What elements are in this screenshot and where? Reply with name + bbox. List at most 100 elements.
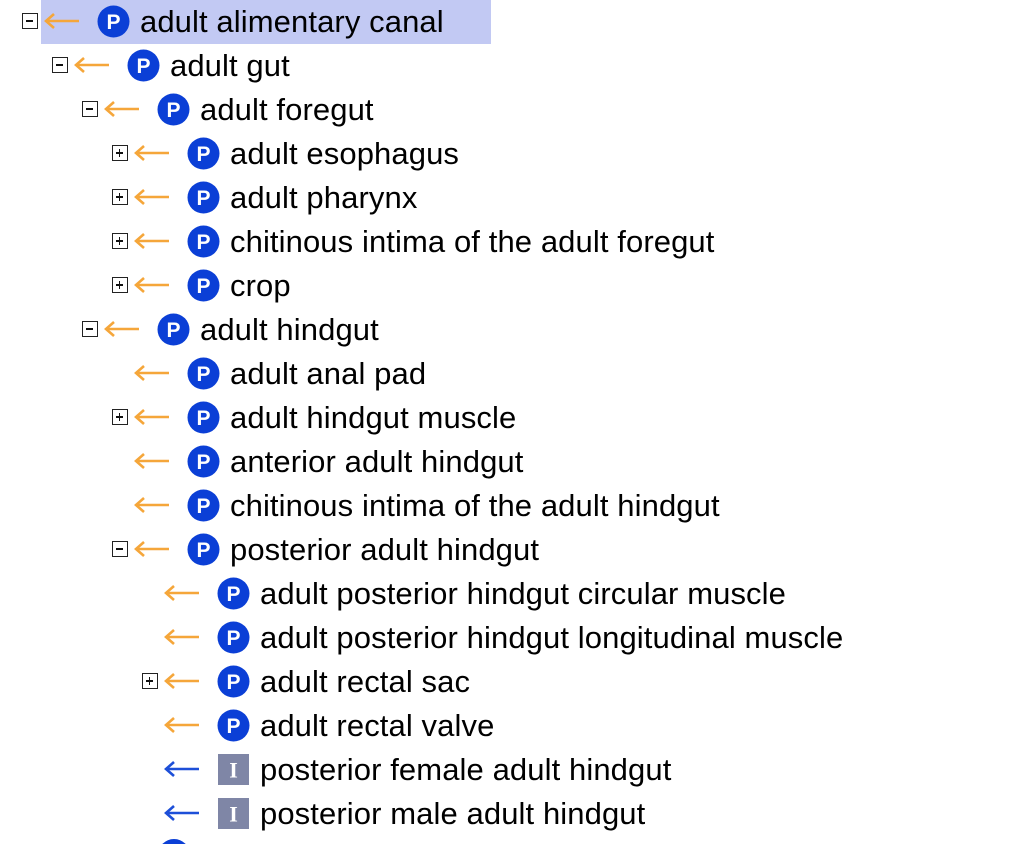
tree-node-label[interactable]: adult pharynx	[230, 176, 417, 220]
orange-left-arrow-icon	[134, 365, 169, 381]
blue-left-arrow-icon	[164, 805, 199, 821]
orange-left-arrow-icon	[134, 189, 169, 205]
p-circle-icon: P	[187, 401, 220, 434]
tree-node-adult-posterior-hindgut-longitudinal-muscle[interactable]: Padult posterior hindgut longitudinal mu…	[0, 616, 1036, 660]
p-circle-icon: P	[217, 577, 250, 610]
p-circle-icon: P	[187, 269, 220, 302]
tree-node-label[interactable]: adult posterior hindgut circular muscle	[260, 572, 786, 616]
tree-node-adult-esophagus[interactable]: Padult esophagus	[0, 132, 1036, 176]
expand-toggle-icon[interactable]	[112, 277, 128, 293]
tree-node-label[interactable]: posterior male adult hindgut	[260, 792, 645, 836]
tree-node-adult-rectal-valve[interactable]: Padult rectal valve	[0, 704, 1036, 748]
svg-text:P: P	[166, 319, 180, 342]
tree-node-label[interactable]: adult gut	[170, 44, 290, 88]
svg-text:P: P	[166, 99, 180, 122]
svg-text:P: P	[196, 495, 210, 518]
p-circle-icon: P	[157, 93, 190, 126]
p-circle-icon: P	[187, 533, 220, 566]
svg-text:P: P	[196, 143, 210, 166]
tree-node-label[interactable]: chitinous intima of the adult foregut	[230, 220, 715, 264]
svg-text:P: P	[226, 627, 240, 650]
svg-text:P: P	[196, 187, 210, 210]
orange-left-arrow-icon	[134, 277, 169, 293]
p-circle-icon: P	[187, 137, 220, 170]
collapse-toggle-icon[interactable]	[22, 13, 38, 29]
tree-node-posterior-adult-hindgut[interactable]: Pposterior adult hindgut	[0, 528, 1036, 572]
tree-node-label[interactable]: anterior adult hindgut	[230, 440, 523, 484]
orange-left-arrow-icon	[134, 497, 169, 513]
tree-node-adult-pharynx[interactable]: Padult pharynx	[0, 176, 1036, 220]
tree-node-anterior-adult-hindgut[interactable]: Panterior adult hindgut	[0, 440, 1036, 484]
collapse-toggle-icon[interactable]	[82, 101, 98, 117]
orange-left-arrow-icon	[134, 409, 169, 425]
expand-toggle-icon[interactable]	[112, 233, 128, 249]
tree-node-adult-alimentary-canal[interactable]: Padult alimentary canal	[0, 0, 1036, 44]
svg-text:P: P	[226, 671, 240, 694]
tree-node-label[interactable]: posterior female adult hindgut	[260, 748, 671, 792]
ontology-tree: Padult alimentary canal Padult gut Padult …	[0, 0, 1036, 844]
tree-node-label[interactable]: adult rectal valve	[260, 704, 494, 748]
tree-node-chitinous-intima-of-the-adult-hindgut[interactable]: Pchitinous intima of the adult hindgut	[0, 484, 1036, 528]
expand-toggle-icon[interactable]	[112, 409, 128, 425]
tree-node-chitinous-intima-of-the-adult-foregut[interactable]: Pchitinous intima of the adult foregut	[0, 220, 1036, 264]
p-circle-icon: P	[187, 357, 220, 390]
svg-text:P: P	[196, 407, 210, 430]
svg-text:P: P	[136, 55, 150, 78]
orange-left-arrow-icon	[134, 233, 169, 249]
expand-toggle-icon[interactable]	[142, 673, 158, 689]
tree-node-label[interactable]: adult foregut	[200, 88, 374, 132]
orange-left-arrow-icon	[164, 629, 199, 645]
tree-node-label[interactable]: posterior adult hindgut	[230, 528, 539, 572]
p-circle-icon: P	[187, 489, 220, 522]
tree-node-crop[interactable]: Pcrop	[0, 264, 1036, 308]
tree-node-adult-anal-pad[interactable]: Padult anal pad	[0, 352, 1036, 396]
tree-node-label[interactable]: crop	[230, 264, 291, 308]
tree-node-label[interactable]: adult rectal sac	[260, 660, 470, 704]
expand-toggle-icon[interactable]	[112, 189, 128, 205]
svg-text:P: P	[196, 451, 210, 474]
p-circle-icon: P	[187, 225, 220, 258]
p-circle-icon: P	[217, 621, 250, 654]
orange-left-arrow-icon	[74, 57, 109, 73]
tree-node-adult-foregut[interactable]: Padult foregut	[0, 88, 1036, 132]
expand-toggle-icon[interactable]	[112, 145, 128, 161]
svg-text:P: P	[196, 363, 210, 386]
p-circle-icon: P	[187, 445, 220, 478]
orange-left-arrow-icon	[104, 101, 139, 117]
svg-text:P: P	[196, 539, 210, 562]
svg-text:P: P	[196, 275, 210, 298]
svg-text:P: P	[226, 583, 240, 606]
p-circle-icon-partial	[162, 839, 186, 844]
orange-left-arrow-icon	[134, 453, 169, 469]
orange-left-arrow-icon	[104, 321, 139, 337]
svg-text:P: P	[196, 231, 210, 254]
tree-node-adult-hindgut-muscle[interactable]: Padult hindgut muscle	[0, 396, 1036, 440]
orange-left-arrow-icon	[164, 585, 199, 601]
p-circle-icon: P	[127, 49, 160, 82]
tree-node-label[interactable]: adult posterior hindgut longitudinal mus…	[260, 616, 843, 660]
tree-node-adult-rectal-sac[interactable]: Padult rectal sac	[0, 660, 1036, 704]
tree-node-label[interactable]: adult hindgut muscle	[230, 396, 516, 440]
collapse-toggle-icon[interactable]	[82, 321, 98, 337]
orange-left-arrow-icon	[164, 673, 199, 689]
tree-node-adult-posterior-hindgut-circular-muscle[interactable]: Padult posterior hindgut circular muscle	[0, 572, 1036, 616]
tree-node-adult-gut[interactable]: Padult gut	[0, 44, 1036, 88]
i-square-icon: I	[218, 754, 249, 785]
p-circle-icon: P	[157, 313, 190, 346]
tree-node-label[interactable]: adult alimentary canal	[140, 0, 444, 44]
tree-node-label[interactable]: adult esophagus	[230, 132, 459, 176]
tree-node-label[interactable]: adult hindgut	[200, 308, 379, 352]
orange-left-arrow-icon	[134, 541, 169, 557]
svg-text:P: P	[106, 11, 120, 34]
collapse-toggle-icon[interactable]	[112, 541, 128, 557]
collapse-toggle-icon[interactable]	[52, 57, 68, 73]
tree-node-posterior-female-adult-hindgut[interactable]: Iposterior female adult hindgut	[0, 748, 1036, 792]
svg-text:P: P	[226, 715, 240, 738]
tree-node-label[interactable]: adult anal pad	[230, 352, 426, 396]
tree-node-posterior-male-adult-hindgut[interactable]: Iposterior male adult hindgut	[0, 792, 1036, 836]
p-circle-icon: P	[97, 5, 130, 38]
p-circle-icon: P	[217, 665, 250, 698]
i-square-icon: I	[218, 798, 249, 829]
tree-node-adult-hindgut[interactable]: Padult hindgut	[0, 308, 1036, 352]
tree-node-label[interactable]: chitinous intima of the adult hindgut	[230, 484, 720, 528]
